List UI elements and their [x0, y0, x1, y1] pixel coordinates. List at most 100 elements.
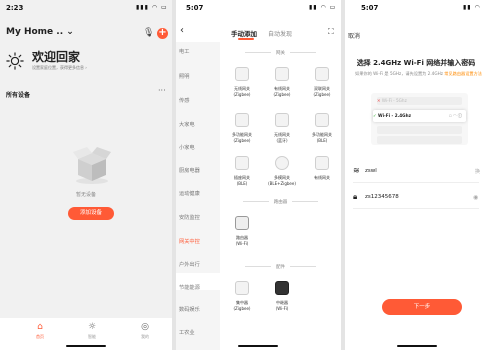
router-setup-link[interactable]: 常见路由器设置方法 [444, 71, 482, 76]
tab-smart[interactable]: ☼ 智能 [77, 321, 107, 340]
password-field[interactable]: zs12345678 [365, 194, 399, 200]
device-label: 多功能网关 (BLE) [312, 132, 332, 143]
all-devices-label: 所有设备 [6, 92, 31, 99]
device-label: 双联网关 (Zigbee) [313, 86, 331, 97]
screenshot-collage: 2:23 ▮▮▮ ◠ ▭ My Home .. ⌄ 🎙 + 欢迎回家 设置家庭位… [0, 0, 487, 350]
status-icons: ▮▮▮ ◠ ▭ [136, 4, 168, 11]
illustration-placeholder-row [377, 136, 462, 144]
divider [353, 208, 479, 209]
category-item-active[interactable]: 网关中控 [179, 238, 200, 245]
device-item[interactable]: 有线网关 [303, 156, 341, 181]
tab-auto-discover[interactable]: 自动发现 [268, 29, 292, 38]
tab-label: 智能 [88, 334, 96, 339]
home-selector[interactable]: My Home .. ⌄ [6, 27, 74, 37]
device-item[interactable]: 多功能网关 (Zigbee) [223, 113, 261, 143]
status-time: 2:23 [6, 4, 24, 12]
device-item[interactable]: 多模网关 (BLE+Zigbee) [263, 156, 301, 186]
home-indicator [238, 345, 278, 347]
divider [353, 182, 479, 183]
category-item[interactable]: 小家电 [179, 144, 195, 151]
category-item[interactable]: 户外出行 [179, 261, 200, 268]
category-item[interactable]: 工农业 [179, 329, 195, 336]
check-icon: ✓ [373, 113, 377, 118]
device-item[interactable]: 双联网关 (Zigbee) [303, 67, 341, 97]
gateway-device-icon [235, 67, 249, 81]
illustration-placeholder-row [377, 126, 462, 134]
tab-home[interactable]: ⌂ 首页 [25, 321, 55, 340]
device-label: 无线网关 (蓝牙) [274, 132, 290, 143]
back-icon[interactable]: ‹ [180, 25, 184, 36]
device-item[interactable]: 多功能网关 (BLE) [303, 113, 341, 143]
device-item[interactable]: 无线网关 (Zigbee) [223, 67, 261, 97]
device-label: 多功能网关 (Zigbee) [232, 132, 252, 143]
gateway-device-icon [315, 67, 329, 81]
eye-icon[interactable]: ◉ [473, 194, 478, 201]
lock-wifi-info-icon: ▫ ◠ ⓘ [448, 113, 462, 118]
section-header-accessory: 配件 [220, 264, 341, 270]
no-devices-text: 暂无设备 [75, 192, 96, 198]
more-icon[interactable]: ··· [158, 86, 166, 95]
ssid-field[interactable]: zswl [365, 168, 377, 174]
tab-me[interactable]: ◎ 我的 [130, 321, 160, 340]
tab-manual-add[interactable]: 手动添加 [231, 28, 257, 38]
device-label: 插座网关 (BLE) [234, 175, 250, 186]
category-item[interactable]: 厨房电器 [179, 167, 200, 174]
plug-gateway-icon [235, 156, 249, 170]
tab-label: 首页 [36, 334, 44, 339]
concentrator-icon [235, 281, 249, 295]
router-icon [235, 216, 249, 230]
device-item[interactable]: 中继器 (Wi-Fi) [263, 281, 301, 311]
category-item[interactable]: 电工 [179, 48, 189, 55]
welcome-title: 欢迎回家 [32, 50, 81, 64]
home-screen: 2:23 ▮▮▮ ◠ ▭ My Home .. ⌄ 🎙 + 欢迎回家 设置家庭位… [0, 0, 172, 350]
add-icon[interactable]: + [157, 28, 168, 39]
microphone-icon[interactable]: 🎙 [143, 28, 154, 38]
illustration-24g-label: Wi-Fi - 2.4Ghz [377, 113, 411, 118]
category-item[interactable]: 大家电 [179, 121, 195, 128]
gateway-device-icon [275, 67, 289, 81]
hint-text: 如果你的 Wi-Fi 是 5GHz，请先设置为 2.4GHz [355, 71, 443, 76]
home-indicator [397, 345, 437, 347]
gateway-device-icon [275, 156, 289, 170]
status-icons: ▮▮ ◠ [463, 4, 481, 11]
lock-icon: 🔒︎ [353, 192, 358, 201]
category-item[interactable]: 节能能源 [179, 284, 200, 291]
cancel-button[interactable]: 取消 [348, 31, 360, 40]
category-item[interactable]: 运动健康 [179, 190, 200, 197]
device-item[interactable]: 插座网关 (BLE) [223, 156, 261, 186]
category-item[interactable]: 照明 [179, 73, 189, 80]
wifi-setup-screen: 5:07 ▮▮ ◠ 取消 选择 2.4GHz Wi-Fi 网络并输入密码 如果你… [345, 0, 487, 350]
device-item[interactable]: 路由器 (Wi-Fi) [223, 216, 261, 246]
next-button[interactable]: 下一步 [382, 299, 462, 315]
device-label: 有线网关 [314, 175, 330, 180]
gateway-device-icon [235, 113, 249, 127]
illustration-5g-label: Wi-Fi - 5Ghz [381, 98, 407, 103]
gateway-device-icon [315, 113, 329, 127]
add-device-button[interactable]: 添加设备 [68, 207, 114, 220]
location-hint-link[interactable]: 设置家庭位置，获得更多信息 › [32, 65, 87, 71]
home-icon: ⌂ [37, 322, 43, 332]
device-label: 多模网关 (BLE+Zigbee) [268, 175, 296, 186]
device-label: 有线网关 (Zigbee) [273, 86, 291, 97]
device-label: 无线网关 (Zigbee) [233, 86, 251, 97]
illustration-row-5g: ✕ Wi-Fi - 5Ghz [377, 97, 462, 105]
smart-sun-icon: ☼ [87, 322, 97, 332]
repeater-icon [275, 281, 289, 295]
scan-icon[interactable]: ⛶ [328, 27, 334, 37]
section-header-gateway: 网关 [220, 50, 341, 56]
wifi-illustration: ✕ Wi-Fi - 5Ghz ✓ Wi-Fi - 2.4Ghz ▫ ◠ ⓘ [371, 93, 468, 145]
category-sidebar: 电工 照明 传感 大家电 小家电 厨房电器 运动健康 安防监控 网关中控 户外出… [176, 42, 220, 350]
device-item[interactable]: 有线网关 (Zigbee) [263, 67, 301, 97]
cross-icon: ✕ [377, 98, 381, 103]
category-item[interactable]: 传感 [179, 97, 189, 104]
frequency-hint: 如果你的 Wi-Fi 是 5GHz，请先设置为 2.4GHz 常见路由器设置方法 [355, 71, 482, 77]
home-indicator [66, 345, 106, 347]
tab-label: 我的 [141, 334, 149, 339]
category-item[interactable]: 安防监控 [179, 214, 200, 221]
device-item[interactable]: 无线网关 (蓝牙) [263, 113, 301, 143]
change-network-link[interactable]: 换 [475, 168, 480, 175]
device-item[interactable]: 集中器 (Zigbee) [223, 281, 261, 311]
category-item[interactable]: 数码娱乐 [179, 306, 200, 313]
status-icons: ▮▮ ◠ ▭ [309, 4, 337, 11]
empty-box-illustration [73, 147, 111, 184]
